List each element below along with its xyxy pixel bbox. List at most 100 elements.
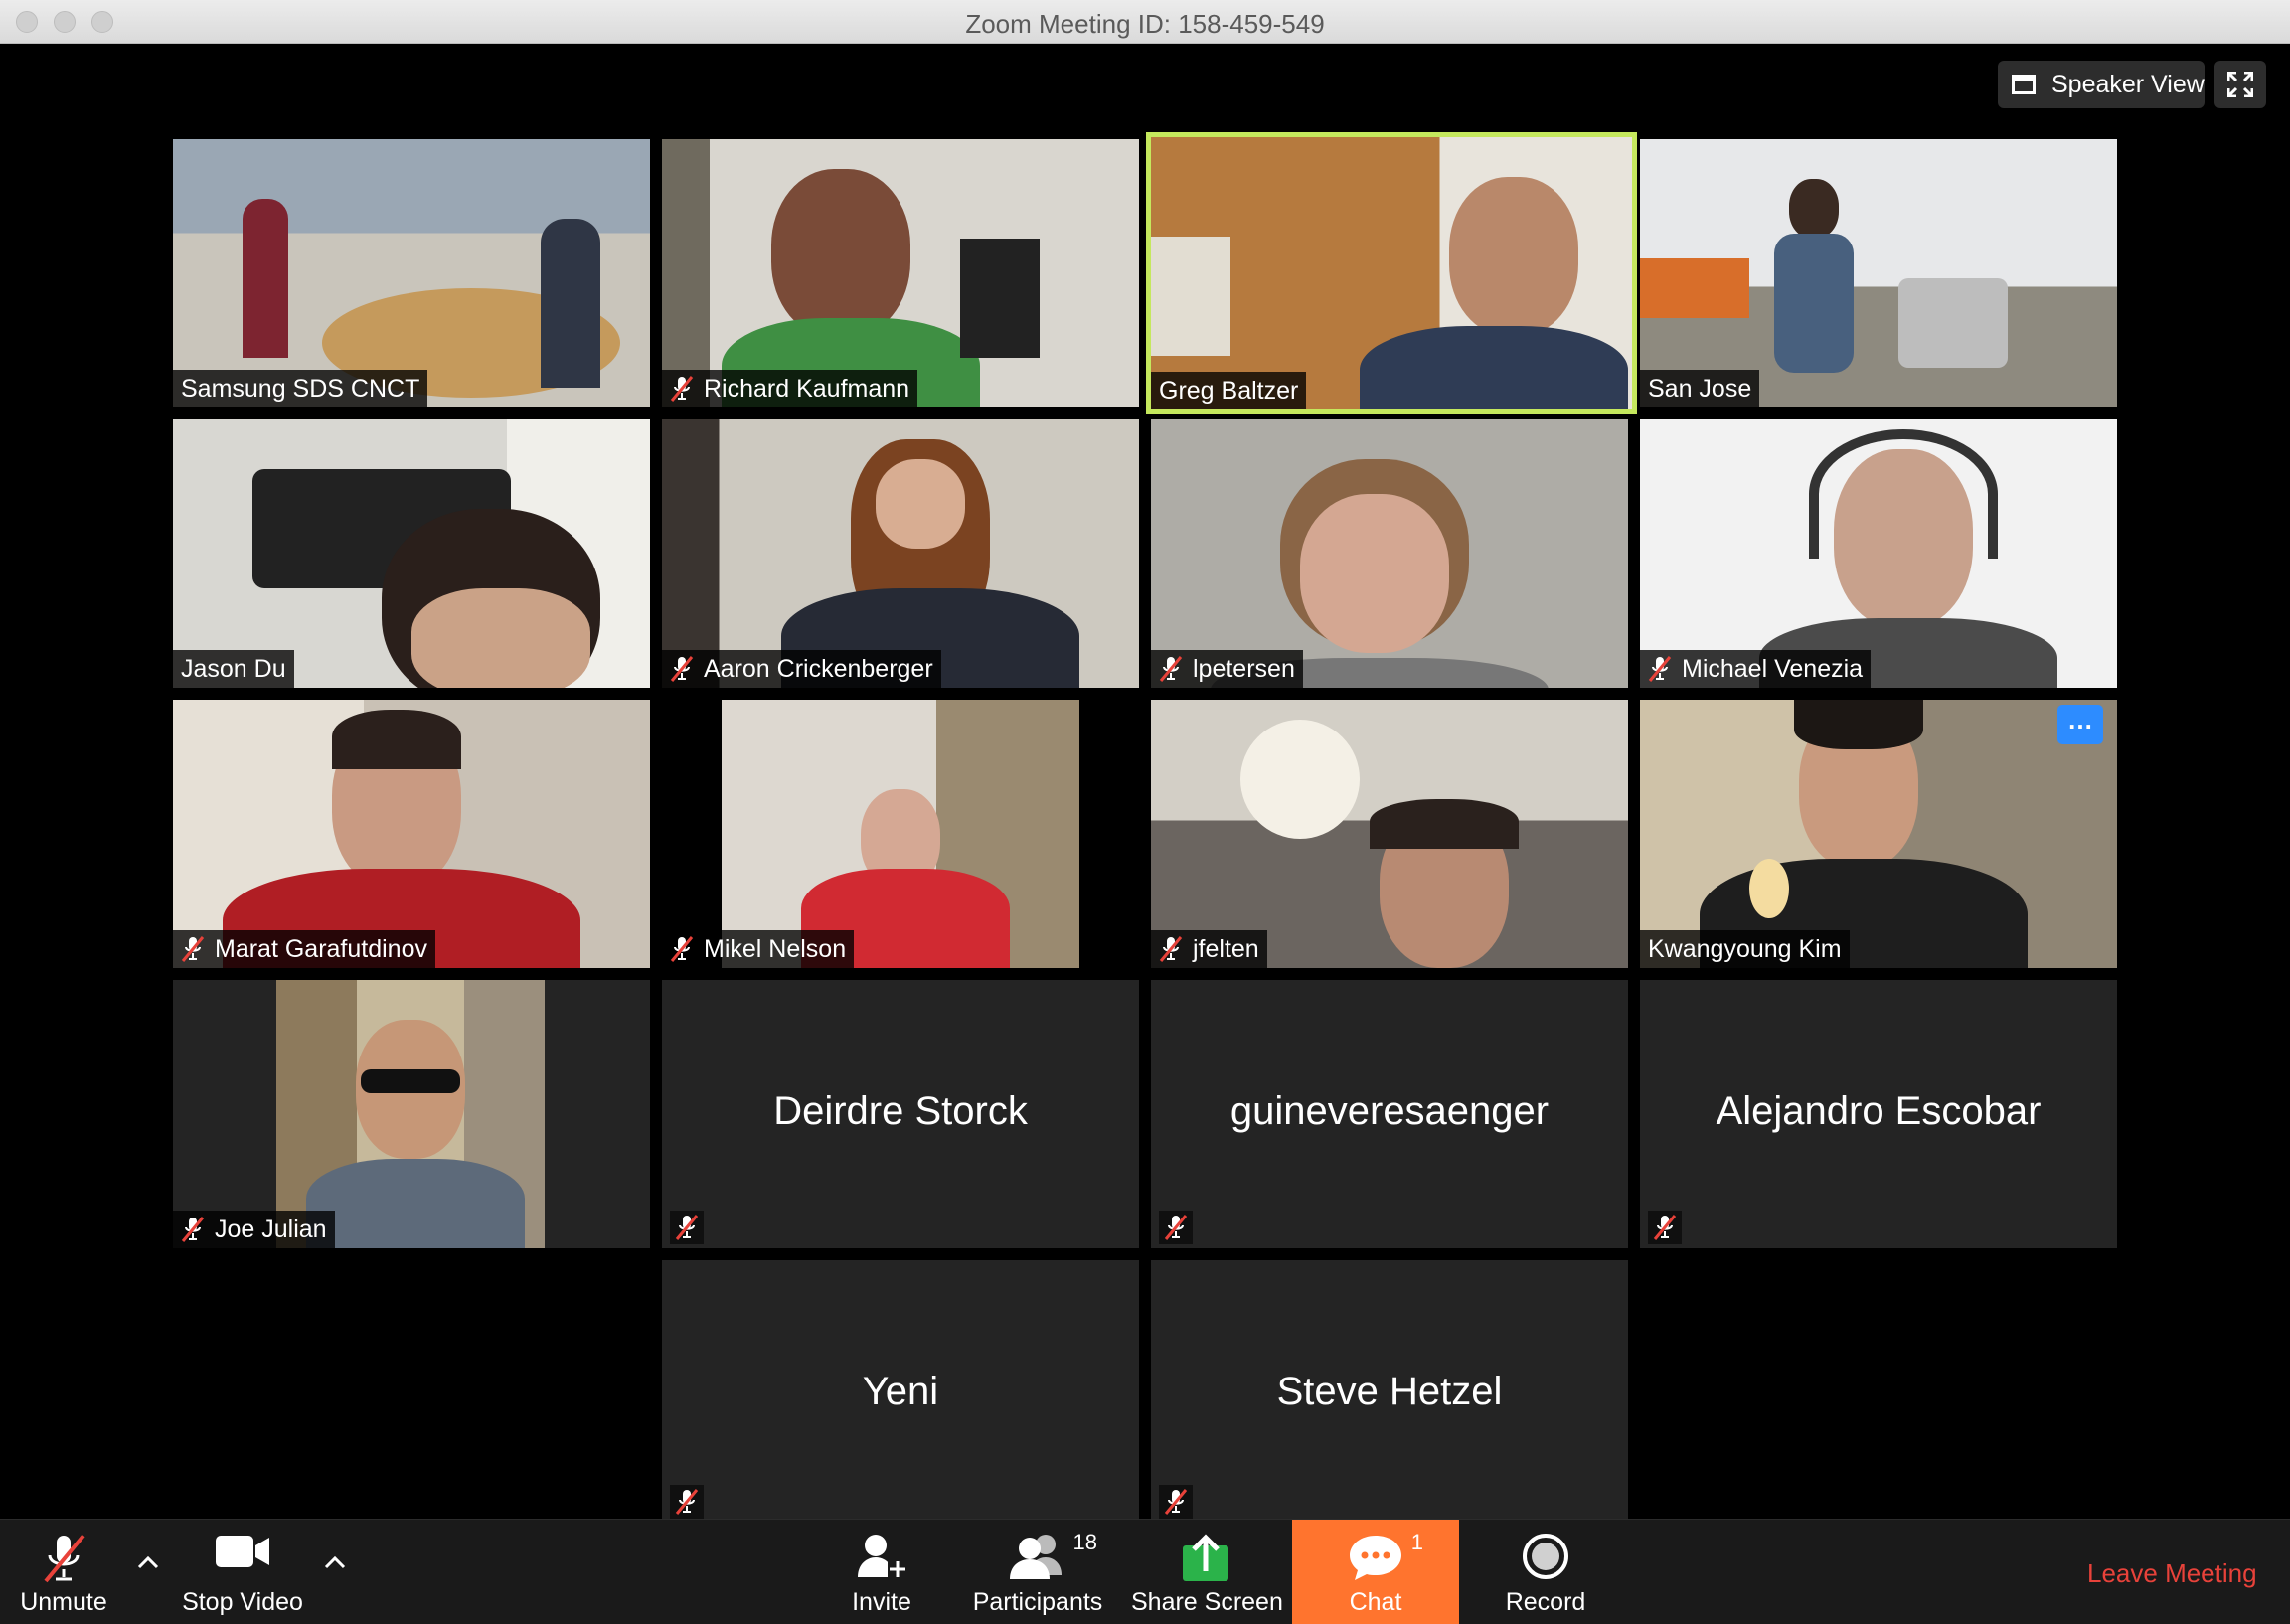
participant-tile[interactable]: Mikel Nelson	[662, 700, 1139, 968]
participant-name-tag: San Jose	[1640, 370, 1760, 407]
muted-mic-icon	[670, 375, 694, 403]
muted-mic-icon	[1159, 655, 1183, 683]
invite-button[interactable]: Invite	[835, 1520, 928, 1624]
participant-video	[1151, 137, 1632, 409]
video-options-chevron-up-icon[interactable]	[320, 1547, 350, 1577]
participant-video	[1640, 419, 2117, 688]
unmute-button[interactable]: Unmute	[0, 1520, 127, 1624]
stop-video-label: Stop Video	[182, 1588, 303, 1616]
participant-name-tag: Joe Julian	[173, 1211, 335, 1248]
participant-video	[1151, 700, 1628, 968]
participant-tile[interactable]: … Kwangyoung Kim	[1640, 700, 2117, 968]
participant-tile[interactable]: Marat Garafutdinov	[173, 700, 650, 968]
participant-tile-active-speaker[interactable]: Greg Baltzer	[1146, 132, 1637, 414]
participant-name: Richard Kaufmann	[704, 374, 910, 403]
participant-tile[interactable]: Samsung SDS CNCT	[173, 139, 650, 407]
participant-name: Joe Julian	[215, 1215, 327, 1243]
participant-tile-no-video[interactable]: Steve Hetzel	[1151, 1260, 1628, 1519]
muted-mic-icon	[181, 935, 205, 963]
participant-name-tag: Mikel Nelson	[662, 930, 855, 968]
speaker-view-label: Speaker View	[2051, 70, 2205, 98]
participant-tile[interactable]: San Jose	[1640, 139, 2117, 407]
participant-name-tag: Kwangyoung Kim	[1640, 930, 1850, 968]
share-screen-icon	[1183, 1534, 1228, 1581]
participant-tile[interactable]: Aaron Crickenberger	[662, 419, 1139, 688]
participant-video	[662, 419, 1139, 688]
muted-mic-icon	[1159, 1211, 1193, 1244]
window-title: Zoom Meeting ID: 158-459-549	[965, 9, 1325, 39]
participant-name: Michael Venezia	[1682, 654, 1864, 683]
participant-name: Deirdre Storck	[773, 1089, 1028, 1133]
participant-name: Jason Du	[181, 654, 286, 683]
participant-video	[173, 419, 650, 688]
audio-options-chevron-up-icon[interactable]	[133, 1547, 163, 1577]
participant-video	[1640, 700, 2117, 968]
participant-name: Aaron Crickenberger	[704, 654, 933, 683]
participant-name-tag: Samsung SDS CNCT	[173, 370, 428, 407]
participant-name-tag: lpetersen	[1151, 650, 1303, 688]
video-camera-icon	[216, 1536, 269, 1567]
participant-name: lpetersen	[1193, 654, 1295, 683]
participant-name: Samsung SDS CNCT	[181, 374, 420, 403]
participant-tile[interactable]: jfelten	[1151, 700, 1628, 968]
add-user-icon	[858, 1535, 907, 1579]
speaker-view-button[interactable]: Speaker View	[1998, 61, 2205, 108]
fullscreen-button[interactable]	[2214, 61, 2266, 108]
record-icon	[1523, 1534, 1568, 1579]
participant-name: San Jose	[1648, 374, 1752, 403]
window-titlebar: Zoom Meeting ID: 158-459-549	[0, 0, 2290, 44]
record-button[interactable]: Record	[1491, 1520, 1600, 1624]
more-options-button[interactable]: …	[2057, 705, 2103, 744]
chat-label: Chat	[1349, 1588, 1402, 1616]
muted-mic-icon	[670, 1485, 704, 1519]
participants-button[interactable]: 18 Participants	[970, 1520, 1105, 1624]
chat-bubble-icon	[1350, 1536, 1401, 1580]
participant-name: Marat Garafutdinov	[215, 934, 427, 963]
muted-microphone-icon	[44, 1534, 85, 1583]
participant-video	[173, 139, 650, 407]
participant-name: Kwangyoung Kim	[1648, 934, 1842, 963]
participant-video	[1151, 419, 1628, 688]
participant-tile[interactable]: Richard Kaufmann	[662, 139, 1139, 407]
participant-name-tag: Richard Kaufmann	[662, 370, 918, 407]
stop-video-button[interactable]: Stop Video	[169, 1520, 316, 1624]
participant-name: jfelten	[1193, 934, 1259, 963]
participant-name-tag: Jason Du	[173, 650, 294, 688]
participant-tile-no-video[interactable]: Deirdre Storck	[662, 980, 1139, 1248]
participant-tile[interactable]: Jason Du	[173, 419, 650, 688]
muted-mic-icon	[1159, 1485, 1193, 1519]
share-screen-label: Share Screen	[1131, 1588, 1283, 1616]
muted-mic-icon	[1648, 1211, 1682, 1244]
participant-tile[interactable]: Michael Venezia	[1640, 419, 2117, 688]
participant-tile-no-video[interactable]: guineveresaenger	[1151, 980, 1628, 1248]
participant-name-tag: Aaron Crickenberger	[662, 650, 941, 688]
participant-name-tag: Michael Venezia	[1640, 650, 1872, 688]
chat-unread-badge: 1	[1410, 1530, 1423, 1554]
participants-count-badge: 18	[1072, 1530, 1097, 1554]
share-screen-button[interactable]: Share Screen	[1131, 1520, 1283, 1624]
participant-name: Mikel Nelson	[704, 934, 847, 963]
participant-name: Alejandro Escobar	[1716, 1089, 2042, 1133]
participant-name: guineveresaenger	[1229, 1089, 1550, 1133]
participant-tile[interactable]: lpetersen	[1151, 419, 1628, 688]
participant-tile-no-video[interactable]: Alejandro Escobar	[1640, 980, 2117, 1248]
muted-mic-icon	[670, 935, 694, 963]
participant-name-tag: Greg Baltzer	[1151, 372, 1307, 409]
participant-video	[173, 700, 650, 968]
muted-mic-icon	[670, 1211, 704, 1244]
muted-mic-icon	[670, 655, 694, 683]
participant-video	[662, 139, 1139, 407]
speaker-view-icon	[2012, 75, 2036, 94]
unmute-label: Unmute	[20, 1588, 107, 1616]
participant-tile[interactable]: Joe Julian	[173, 980, 650, 1248]
participant-name: Greg Baltzer	[1159, 376, 1299, 405]
participant-name: Yeni	[862, 1370, 939, 1413]
participant-tile-no-video[interactable]: Yeni	[662, 1260, 1139, 1519]
chat-button[interactable]: 1 Chat	[1292, 1520, 1459, 1624]
muted-mic-icon	[1159, 935, 1183, 963]
participants-icon	[1010, 1535, 1062, 1579]
participant-name: Steve Hetzel	[1276, 1370, 1503, 1413]
muted-mic-icon	[181, 1216, 205, 1243]
leave-meeting-button[interactable]: Leave Meeting	[2087, 1558, 2257, 1589]
participant-video	[1640, 139, 2117, 407]
